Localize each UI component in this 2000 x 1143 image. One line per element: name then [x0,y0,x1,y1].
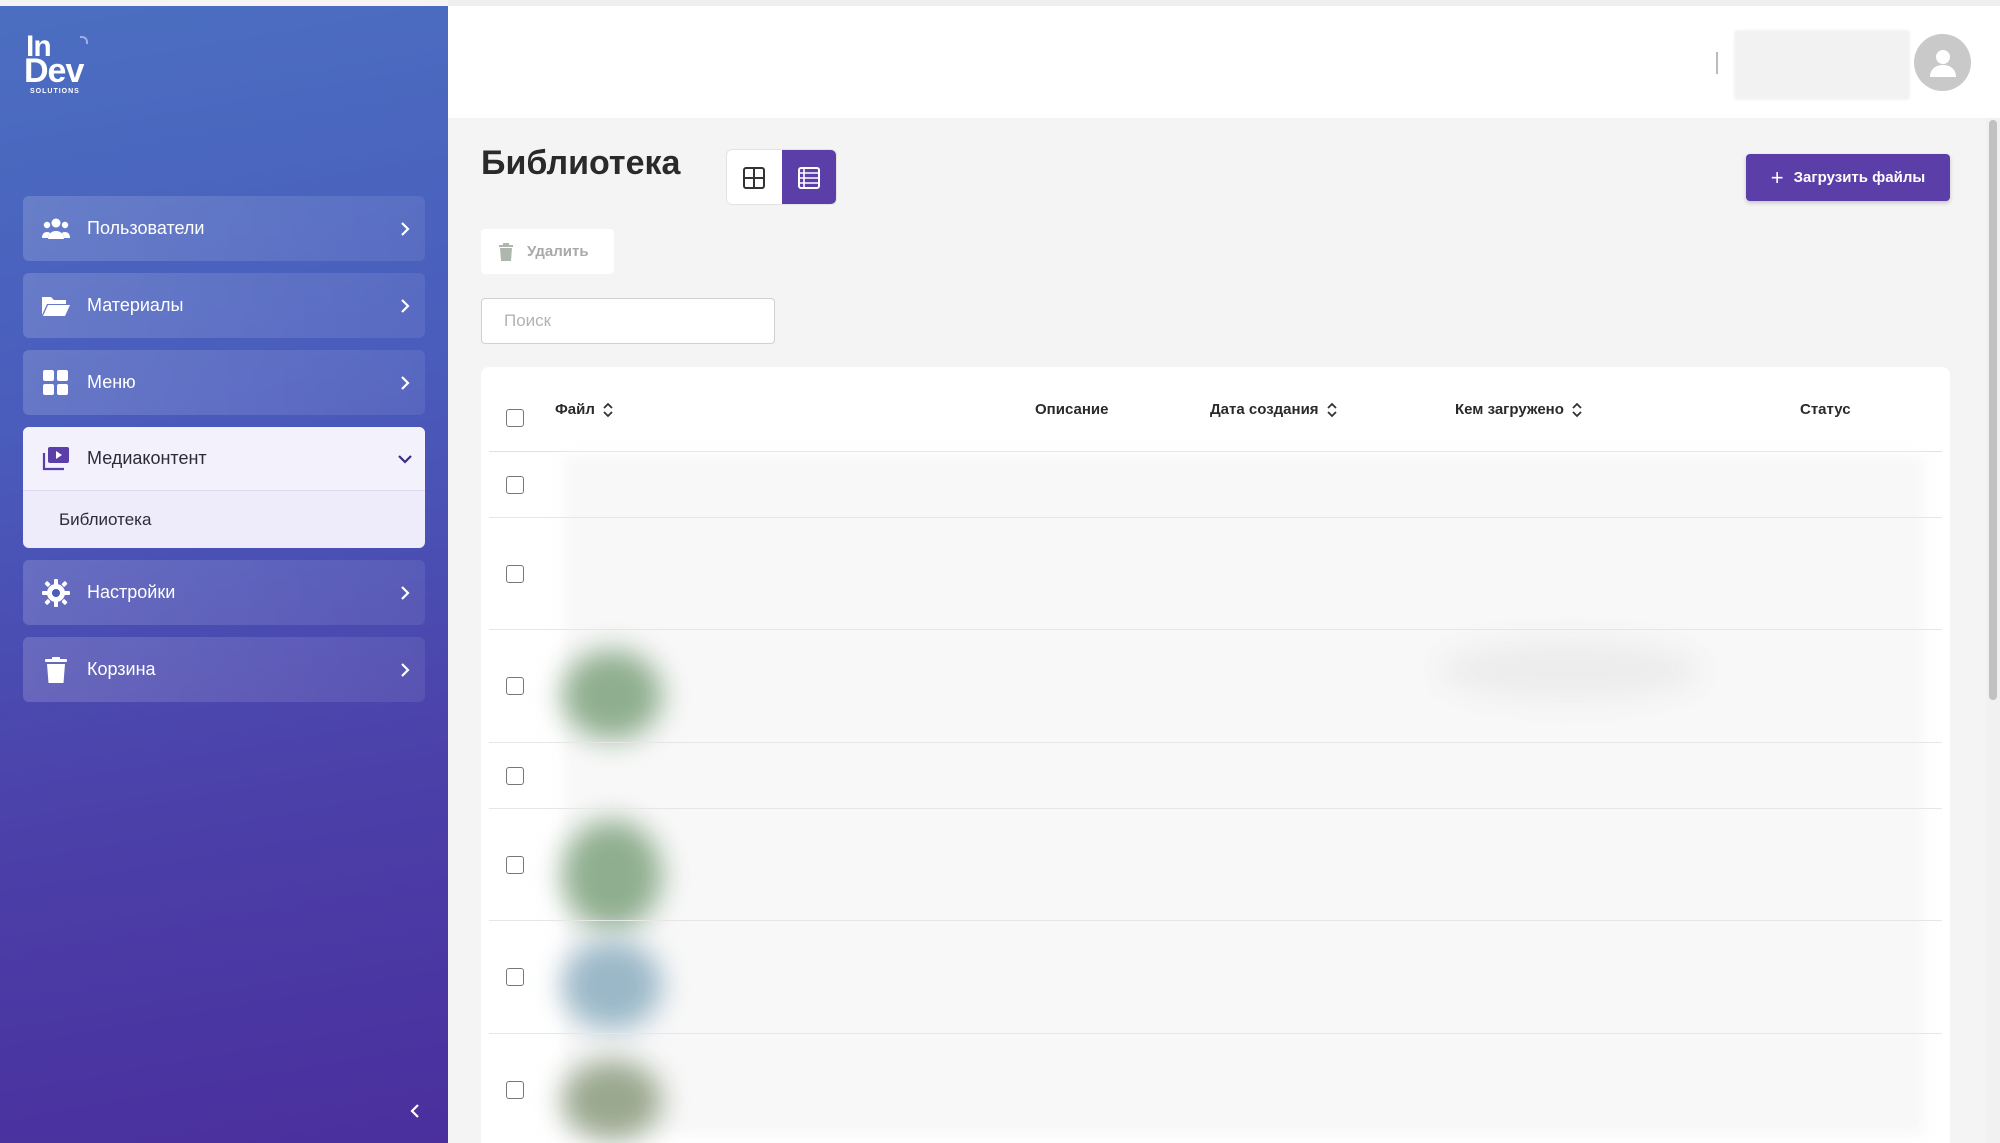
table-row[interactable] [489,921,1942,1034]
row-checkbox[interactable] [506,677,524,695]
top-header [448,0,2000,118]
indev-logo[interactable]: In Dev SOLUTIONS [24,30,114,102]
avatar[interactable] [1914,34,1971,91]
list-view-button[interactable] [781,150,836,204]
sort-icon [603,402,613,418]
column-description-label: Описание [1035,401,1109,418]
column-uploaded-by[interactable]: Кем загружено [1455,367,1582,452]
sidebar-item-label: Настройки [87,582,176,602]
plus-icon: + [1770,164,1784,190]
collapse-sidebar-button[interactable] [404,1100,426,1122]
gear-icon [41,578,71,608]
page-scrollbar[interactable] [1986,118,2000,1143]
folder-open-icon [41,291,71,321]
sidebar-item-label: Корзина [87,659,156,679]
grid-view-icon [743,167,766,189]
chevron-left-icon [410,1104,419,1118]
sidebar-item-settings[interactable]: Настройки [23,560,425,625]
column-description: Описание [1035,367,1108,452]
sidebar-item-media-expanded: Медиаконтент Библиотека [23,427,425,548]
logo-text-dev: Dev [24,52,84,90]
chevron-right-icon [385,585,425,600]
row-checkbox[interactable] [506,767,524,785]
grid-icon [41,368,71,398]
logo-text-solutions: SOLUTIONS [30,88,80,95]
table-row[interactable] [489,1034,1942,1143]
sidebar-nav: Пользователи Материалы Меню Медиаконтент [23,196,425,714]
table-header: Файл Описание Дата создания Кем загружен… [489,367,1942,452]
sidebar: In Dev SOLUTIONS Пользователи Материалы … [0,0,448,1143]
table-row[interactable] [489,518,1942,630]
row-checkbox[interactable] [506,856,524,874]
table-row[interactable] [489,630,1942,743]
delete-button[interactable]: Удалить [481,229,614,274]
sidebar-item-label: Медиаконтент [87,448,207,468]
chevron-right-icon [385,375,425,390]
sidebar-item-materials[interactable]: Материалы [23,273,425,338]
sidebar-item-menu[interactable]: Меню [23,350,425,415]
scrollbar-thumb[interactable] [1989,120,1997,700]
upload-files-label: Загрузить файлы [1793,169,1926,186]
row-checkbox[interactable] [506,1081,524,1099]
list-view-icon [797,167,820,189]
table-row[interactable] [489,743,1942,809]
user-icon [1929,49,1956,77]
table-row[interactable] [489,452,1942,518]
sidebar-item-media[interactable]: Медиаконтент [23,427,425,491]
row-checkbox[interactable] [506,968,524,986]
column-created-date-label: Дата создания [1210,401,1319,418]
sidebar-item-label: Материалы [87,295,184,315]
delete-label: Удалить [527,243,589,260]
logo-accent-icon [80,36,88,44]
select-all-checkbox[interactable] [506,409,524,427]
sidebar-subitem-library[interactable]: Библиотека [23,491,425,548]
search-input[interactable] [481,298,775,344]
column-uploaded-by-label: Кем загружено [1455,401,1564,418]
upload-files-button[interactable]: + Загрузить файлы [1746,154,1950,201]
media-icon [41,444,71,474]
chevron-right-icon [385,221,425,236]
page-title: Библиотека [481,144,681,182]
sort-icon [1326,402,1337,418]
user-name-redacted[interactable] [1734,30,1910,100]
chevron-right-icon [385,662,425,677]
sort-icon [1572,402,1582,418]
column-file-label: Файл [555,401,595,418]
column-status: Статус [1800,367,1851,452]
view-toggle [726,149,837,205]
sidebar-item-users[interactable]: Пользователи [23,196,425,261]
column-created-date[interactable]: Дата создания [1210,367,1337,452]
trash-icon [41,655,71,685]
users-icon [41,214,71,244]
sidebar-item-label: Меню [87,372,136,392]
sidebar-top-border [0,0,448,6]
column-file[interactable]: Файл [555,367,613,452]
sidebar-item-label: Пользователи [87,218,205,238]
column-status-label: Статус [1800,401,1851,418]
header-divider [1716,52,1718,74]
chevron-down-icon [385,454,425,464]
trash-icon [499,242,513,261]
row-checkbox[interactable] [506,565,524,583]
chevron-right-icon [385,298,425,313]
table-row[interactable] [489,809,1942,921]
row-checkbox[interactable] [506,476,524,494]
sidebar-item-trash[interactable]: Корзина [23,637,425,702]
grid-view-button[interactable] [727,150,782,204]
